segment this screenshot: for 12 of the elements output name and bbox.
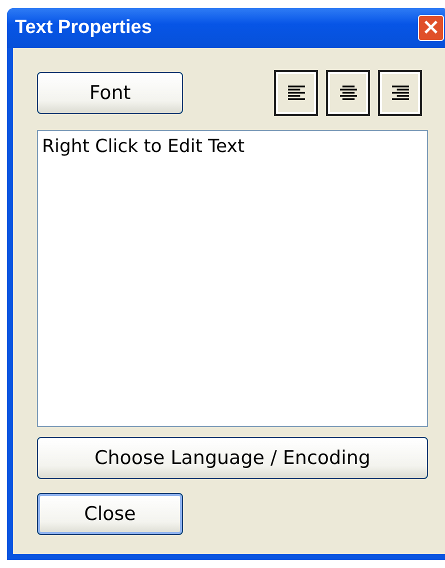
- align-left-icon: [288, 84, 304, 102]
- text-area[interactable]: Right Click to Edit Text: [37, 130, 428, 427]
- align-left-button[interactable]: [274, 70, 318, 116]
- font-button[interactable]: Font: [37, 72, 183, 114]
- close-button[interactable]: ×: [418, 15, 444, 41]
- align-right-icon: [392, 84, 408, 102]
- language-button[interactable]: Choose Language / Encoding: [37, 437, 428, 479]
- window-title: Text Properties: [15, 17, 152, 39]
- align-right-button[interactable]: [378, 70, 422, 116]
- align-center-button[interactable]: [326, 70, 370, 116]
- close-dialog-button[interactable]: Close: [37, 493, 183, 535]
- align-center-icon: [340, 84, 356, 102]
